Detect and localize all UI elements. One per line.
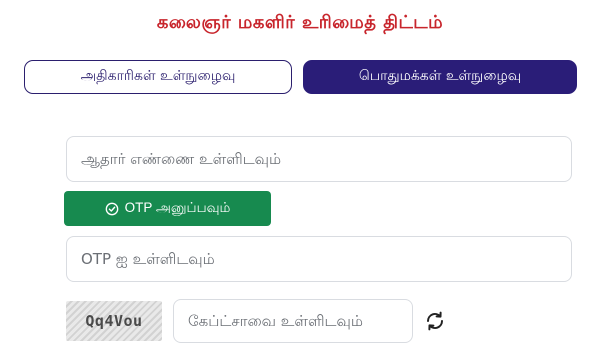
send-otp-button[interactable]: OTP அனுப்பவும் (64, 191, 271, 226)
tab-officials-login[interactable]: அதிகாரிகள் உள்நுழைவு (24, 60, 292, 94)
otp-input[interactable] (66, 236, 572, 282)
captcha-image: Qq4Vou (66, 301, 162, 341)
aadhaar-input[interactable] (66, 136, 572, 182)
send-otp-label: OTP அனுப்பவும் (124, 199, 231, 215)
captcha-input[interactable] (173, 299, 413, 343)
captcha-text: Qq4Vou (85, 312, 143, 330)
page-title: கலைஞர் மகளிர் உரிமைத் திட்டம் (156, 12, 444, 33)
tab-officials-label: அதிகாரிகள் உள்நுழைவு (80, 68, 236, 84)
check-circle-icon (105, 202, 118, 215)
refresh-icon[interactable] (423, 309, 447, 333)
tab-public-label: பொதுமக்கள் உள்நுழைவு (358, 68, 522, 84)
tab-public-login[interactable]: பொதுமக்கள் உள்நுழைவு (303, 60, 577, 94)
